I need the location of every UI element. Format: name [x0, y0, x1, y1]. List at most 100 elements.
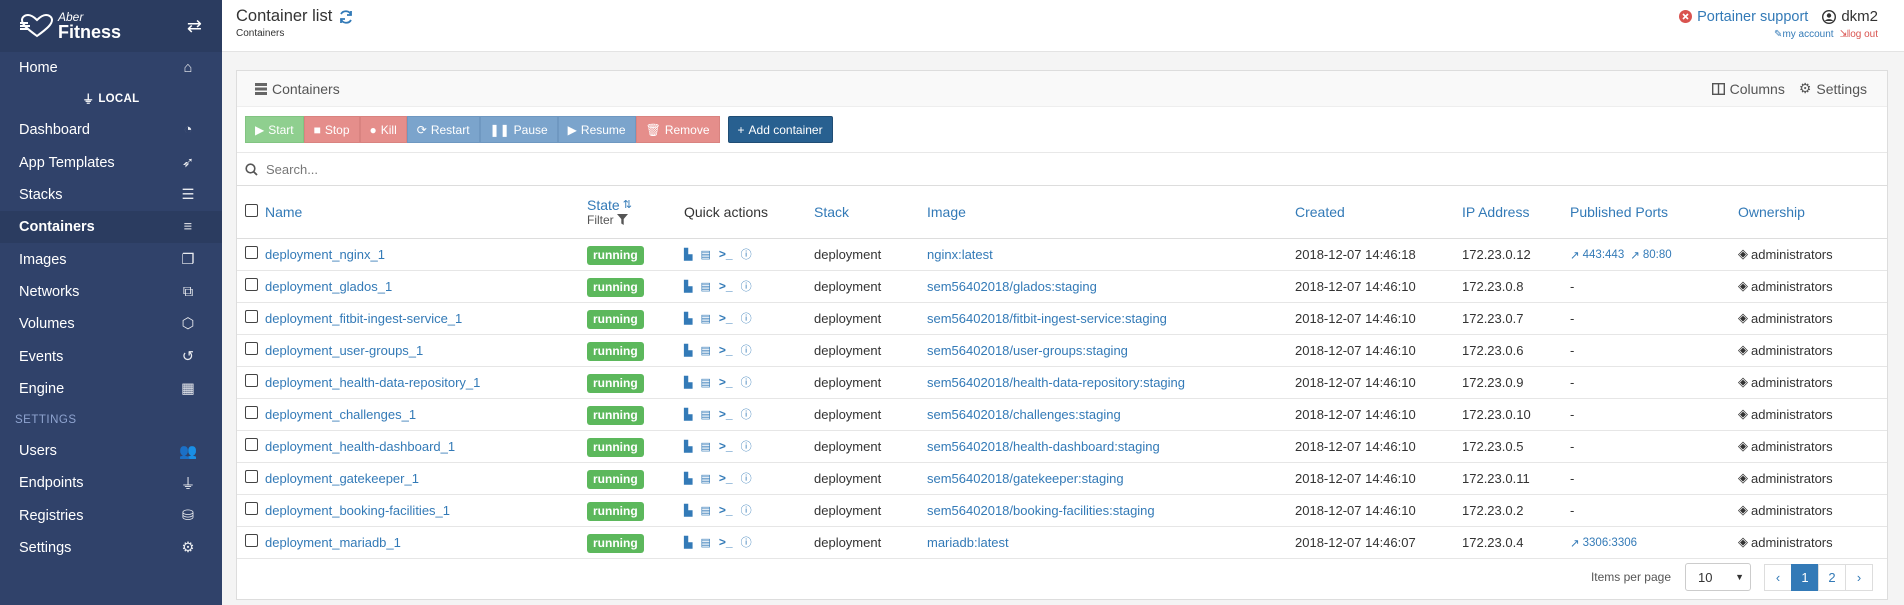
- column-created[interactable]: Created: [1295, 186, 1462, 239]
- row-checkbox[interactable]: [245, 438, 258, 451]
- container-name-link[interactable]: deployment_user-groups_1: [265, 343, 423, 358]
- inspect-icon[interactable]: ⓘ: [741, 406, 752, 422]
- search-input[interactable]: Search...: [266, 162, 318, 177]
- row-checkbox[interactable]: [245, 406, 258, 419]
- stats-icon[interactable]: ▙: [684, 280, 692, 293]
- sidebar-item-users[interactable]: Users 👥: [0, 435, 222, 467]
- console-icon[interactable]: >_: [719, 439, 733, 453]
- stats-icon[interactable]: ▙: [684, 408, 692, 421]
- published-port-link[interactable]: ↗ 443:443: [1570, 248, 1624, 262]
- image-link[interactable]: nginx:latest: [927, 247, 993, 262]
- row-checkbox[interactable]: [245, 342, 258, 355]
- sidebar-item-settings[interactable]: Settings ⚙: [0, 532, 222, 564]
- logs-icon[interactable]: ▤: [700, 312, 710, 325]
- kill-button[interactable]: ● Kill: [359, 116, 407, 143]
- inspect-icon[interactable]: ⓘ: [741, 246, 752, 262]
- console-icon[interactable]: >_: [719, 311, 733, 325]
- sidebar-item-registries[interactable]: Registries ⛁: [0, 500, 222, 532]
- console-icon[interactable]: >_: [719, 375, 733, 389]
- published-port-link[interactable]: ↗ 80:80: [1630, 248, 1671, 262]
- settings-button[interactable]: ⚙ Settings: [1799, 80, 1867, 97]
- image-link[interactable]: sem56402018/glados:staging: [927, 279, 1097, 294]
- exchange-icon[interactable]: ⇄: [187, 16, 202, 37]
- portainer-support-link[interactable]: Portainer support: [1679, 9, 1808, 25]
- image-link[interactable]: sem56402018/user-groups:staging: [927, 343, 1128, 358]
- inspect-icon[interactable]: ⓘ: [741, 502, 752, 518]
- inspect-icon[interactable]: ⓘ: [741, 342, 752, 358]
- row-checkbox[interactable]: [245, 470, 258, 483]
- select-all-checkbox[interactable]: [245, 203, 258, 217]
- container-name-link[interactable]: deployment_glados_1: [265, 279, 392, 294]
- stats-icon[interactable]: ▙: [684, 536, 692, 549]
- logs-icon[interactable]: ▤: [700, 408, 710, 421]
- column-image[interactable]: Image: [927, 186, 1295, 239]
- image-link[interactable]: sem56402018/gatekeeper:staging: [927, 471, 1124, 486]
- sidebar-item-containers[interactable]: Containers ≡: [0, 211, 222, 244]
- logs-icon[interactable]: ▤: [700, 472, 710, 485]
- image-link[interactable]: sem56402018/health-dashboard:staging: [927, 439, 1160, 454]
- container-name-link[interactable]: deployment_nginx_1: [265, 247, 385, 262]
- container-name-link[interactable]: deployment_mariadb_1: [265, 535, 401, 550]
- logs-icon[interactable]: ▤: [700, 440, 710, 453]
- logs-icon[interactable]: ▤: [700, 344, 710, 357]
- sidebar-item-endpoints[interactable]: Endpoints ⏚: [0, 467, 222, 499]
- console-icon[interactable]: >_: [719, 503, 733, 517]
- console-icon[interactable]: >_: [719, 407, 733, 421]
- container-name-link[interactable]: deployment_booking-facilities_1: [265, 503, 450, 518]
- image-link[interactable]: sem56402018/health-data-repository:stagi…: [927, 375, 1185, 390]
- column-ip[interactable]: IP Address: [1462, 186, 1570, 239]
- sidebar-item-images[interactable]: Images ❐: [0, 243, 222, 275]
- sidebar-item-app-templates[interactable]: App Templates ➶: [0, 147, 222, 179]
- image-link[interactable]: sem56402018/booking-facilities:staging: [927, 503, 1155, 518]
- row-checkbox[interactable]: [245, 310, 258, 323]
- inspect-icon[interactable]: ⓘ: [741, 374, 752, 390]
- pause-button[interactable]: ❚❚ Pause: [479, 116, 558, 143]
- sidebar-item-volumes[interactable]: Volumes ⬡: [0, 308, 222, 340]
- container-name-link[interactable]: deployment_fitbit-ingest-service_1: [265, 311, 462, 326]
- sidebar-item-stacks[interactable]: Stacks ☰: [0, 179, 222, 211]
- logs-icon[interactable]: ▤: [700, 504, 710, 517]
- stats-icon[interactable]: ▙: [684, 248, 692, 261]
- row-checkbox[interactable]: [245, 502, 258, 515]
- page-prev-button[interactable]: ‹: [1764, 563, 1792, 591]
- add-container-button[interactable]: + Add container: [727, 116, 833, 143]
- stats-icon[interactable]: ▙: [684, 504, 692, 517]
- published-port-link[interactable]: ↗ 3306:3306: [1570, 536, 1637, 550]
- stats-icon[interactable]: ▙: [684, 440, 692, 453]
- inspect-icon[interactable]: ⓘ: [741, 278, 752, 294]
- row-checkbox[interactable]: [245, 374, 258, 387]
- logs-icon[interactable]: ▤: [700, 280, 710, 293]
- image-link[interactable]: mariadb:latest: [927, 535, 1009, 550]
- console-icon[interactable]: >_: [719, 471, 733, 485]
- column-stack[interactable]: Stack: [814, 186, 927, 239]
- row-checkbox[interactable]: [245, 246, 258, 259]
- refresh-icon[interactable]: [338, 9, 354, 25]
- column-state[interactable]: State ⇅ Filter: [587, 186, 684, 239]
- page-1-button[interactable]: 1: [1791, 563, 1819, 591]
- stop-button[interactable]: ■ Stop: [303, 116, 360, 143]
- log-out-link[interactable]: ⇲log out: [1840, 29, 1878, 40]
- logs-icon[interactable]: ▤: [700, 536, 710, 549]
- sidebar-item-home[interactable]: Home ⌂: [0, 52, 222, 84]
- resume-button[interactable]: ▶ Resume: [557, 116, 636, 143]
- console-icon[interactable]: >_: [719, 279, 733, 293]
- brand-logo[interactable]: Aber Fitness: [20, 11, 121, 41]
- sidebar-item-networks[interactable]: Networks ⧉: [0, 276, 222, 308]
- stats-icon[interactable]: ▙: [684, 376, 692, 389]
- column-name[interactable]: Name: [265, 186, 587, 239]
- container-name-link[interactable]: deployment_challenges_1: [265, 407, 416, 422]
- image-link[interactable]: sem56402018/challenges:staging: [927, 407, 1121, 422]
- logs-icon[interactable]: ▤: [700, 248, 710, 261]
- container-name-link[interactable]: deployment_health-data-repository_1: [265, 375, 480, 390]
- stats-icon[interactable]: ▙: [684, 312, 692, 325]
- container-name-link[interactable]: deployment_health-dashboard_1: [265, 439, 455, 454]
- stats-icon[interactable]: ▙: [684, 344, 692, 357]
- start-button[interactable]: ▶ Start: [245, 116, 304, 143]
- items-per-page-select[interactable]: 10 ▼: [1685, 563, 1751, 591]
- row-checkbox[interactable]: [245, 278, 258, 291]
- my-account-link[interactable]: ✎my account: [1774, 29, 1834, 40]
- stats-icon[interactable]: ▙: [684, 472, 692, 485]
- sidebar-item-engine[interactable]: Engine ▦: [0, 373, 222, 405]
- inspect-icon[interactable]: ⓘ: [741, 534, 752, 550]
- console-icon[interactable]: >_: [719, 343, 733, 357]
